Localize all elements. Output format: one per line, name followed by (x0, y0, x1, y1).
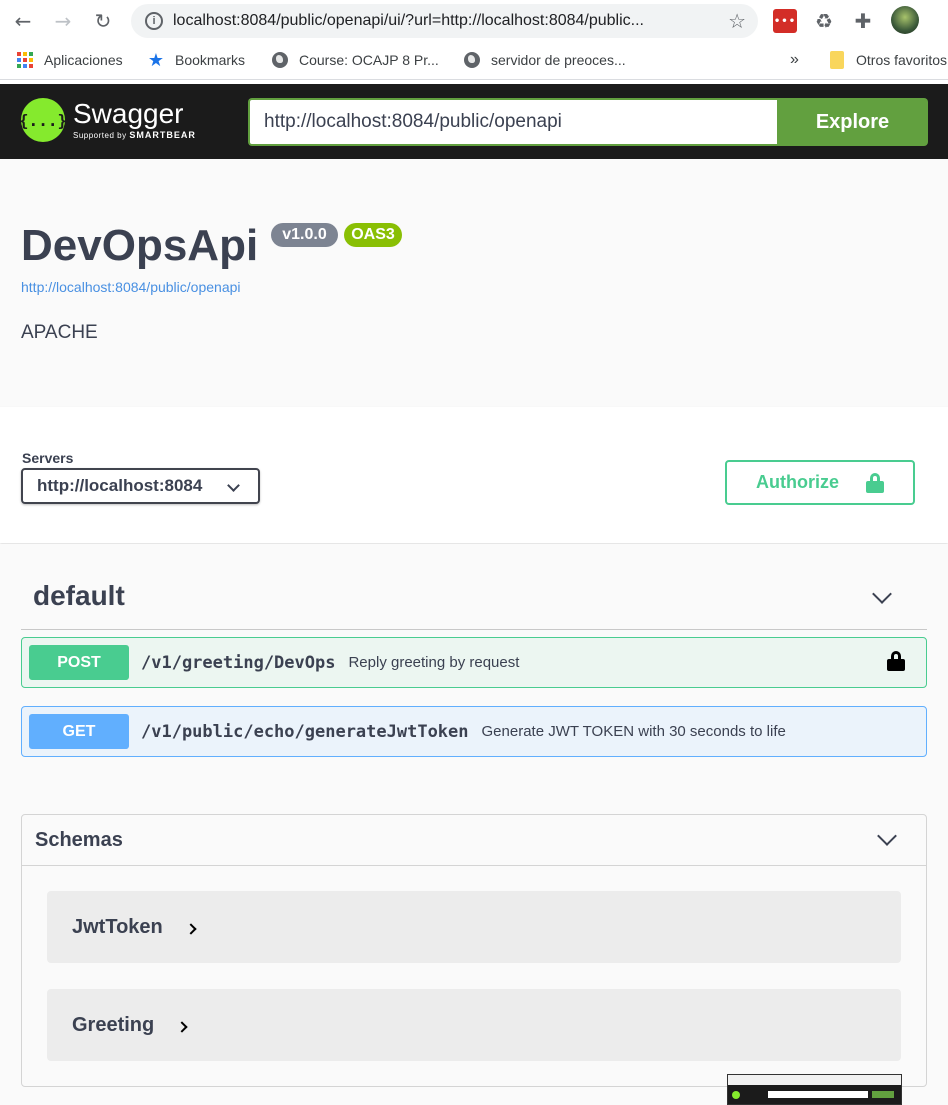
bookmark-aplicaciones[interactable]: Aplicaciones (16, 51, 123, 69)
operation-path: /v1/public/echo/generateJwtToken (141, 721, 469, 742)
swagger-logo[interactable]: {...} Swagger Supported by SMARTBEAR (19, 98, 196, 142)
operation-path: /v1/greeting/DevOps (141, 652, 336, 673)
bookmark-label: servidor de preoces... (491, 52, 626, 68)
swagger-logo-subtitle: Supported by SMARTBEAR (73, 130, 196, 140)
info-icon[interactable]: i (145, 12, 163, 30)
profile-avatar[interactable] (891, 6, 919, 34)
authorize-label: Authorize (756, 472, 839, 492)
api-title: DevOpsApi (21, 221, 259, 270)
spec-url-form: http://localhost:8084/public/openapi Exp… (248, 98, 928, 146)
api-description: APACHE (21, 322, 98, 343)
bookmark-label: Otros favoritos (856, 52, 948, 68)
apps-grid-icon (16, 51, 34, 69)
schemas-header[interactable]: Schemas (22, 815, 926, 866)
chevron-down-icon[interactable] (877, 826, 897, 846)
bookmark-star-icon[interactable]: ☆ (728, 9, 746, 33)
screenshot-thumbnail[interactable] (727, 1074, 902, 1105)
bookmark-label: Course: OCAJP 8 Pr... (299, 52, 439, 68)
lock-icon (866, 473, 884, 493)
recycle-extension-icon[interactable]: ♻ (812, 9, 836, 33)
globe-icon (463, 51, 481, 69)
bookmark-otros-favoritos[interactable]: Otros favoritos (828, 51, 947, 69)
method-badge-get: GET (29, 714, 129, 749)
chevron-right-icon (185, 923, 197, 935)
explore-button[interactable]: Explore (777, 98, 928, 146)
tag-section-header[interactable]: default (21, 544, 927, 630)
bookmarks-overflow-button[interactable]: » (790, 51, 799, 69)
reload-icon[interactable]: ↻ (90, 8, 116, 34)
back-arrow-icon[interactable]: ← (10, 8, 36, 34)
address-bar[interactable]: i localhost:8084/public/openapi/ui/?url=… (131, 4, 758, 38)
bookmark-label: Aplicaciones (44, 52, 123, 68)
folder-icon (828, 51, 846, 69)
lastpass-extension-icon[interactable]: ••• (773, 9, 797, 33)
schema-name: Greeting (72, 1013, 155, 1036)
opblock-post-greeting[interactable]: POST /v1/greeting/DevOps Reply greeting … (21, 637, 927, 688)
schema-item-jwttoken[interactable]: JwtToken (47, 891, 901, 963)
swagger-logo-title: Swagger (73, 98, 184, 129)
servers-select[interactable]: http://localhost:8084 (21, 468, 260, 504)
schemas-section: Schemas JwtToken Greeting (21, 814, 927, 1087)
bookmark-servidor[interactable]: servidor de preoces... (463, 51, 626, 69)
address-bar-url[interactable]: localhost:8084/public/openapi/ui/?url=ht… (173, 12, 713, 30)
api-spec-link[interactable]: http://localhost:8084/public/openapi (21, 279, 241, 295)
schemas-title: Schemas (35, 829, 123, 851)
bookmarks-bar: Aplicaciones ★ Bookmarks Course: OCAJP 8… (0, 42, 948, 80)
servers-label: Servers (22, 450, 74, 466)
schema-item-greeting[interactable]: Greeting (47, 989, 901, 1061)
bookmark-course[interactable]: Course: OCAJP 8 Pr... (271, 51, 439, 69)
spec-url-input[interactable]: http://localhost:8084/public/openapi (248, 98, 777, 146)
swagger-logo-icon: {...} (19, 98, 67, 142)
bookmark-bookmarks[interactable]: ★ Bookmarks (147, 49, 246, 71)
bookmark-label: Bookmarks (175, 52, 246, 68)
servers-selected-value: http://localhost:8084 (37, 476, 203, 495)
scheme-container: Servers http://localhost:8084 Authorize (0, 407, 948, 543)
schema-name: JwtToken (72, 915, 163, 938)
api-info: DevOpsApi v1.0.0 OAS3 http://localhost:8… (0, 159, 948, 407)
chevron-right-icon (176, 1021, 188, 1033)
method-badge-post: POST (29, 645, 129, 680)
browser-toolbar: ← → ↻ i localhost:8084/public/openapi/ui… (0, 0, 948, 42)
operation-summary: Reply greeting by request (348, 654, 520, 671)
operations-section: default POST /v1/greeting/DevOps Reply g… (0, 544, 948, 1105)
oas-badge: OAS3 (344, 223, 402, 247)
chevron-down-icon (227, 479, 240, 492)
operation-summary: Generate JWT TOKEN with 30 seconds to li… (481, 723, 786, 740)
globe-icon (271, 51, 289, 69)
tag-title: default (33, 580, 125, 611)
version-badge: v1.0.0 (271, 223, 338, 247)
forward-arrow-icon[interactable]: → (50, 8, 76, 34)
extensions-puzzle-icon[interactable]: ✚ (851, 9, 875, 33)
swagger-topbar: {...} Swagger Supported by SMARTBEAR htt… (0, 84, 948, 159)
chevron-down-icon[interactable] (872, 584, 892, 604)
opblock-get-generate-jwt-token[interactable]: GET /v1/public/echo/generateJwtToken Gen… (21, 706, 927, 757)
star-icon: ★ (147, 49, 165, 71)
lock-icon[interactable] (887, 651, 905, 671)
authorize-button[interactable]: Authorize (725, 460, 915, 505)
